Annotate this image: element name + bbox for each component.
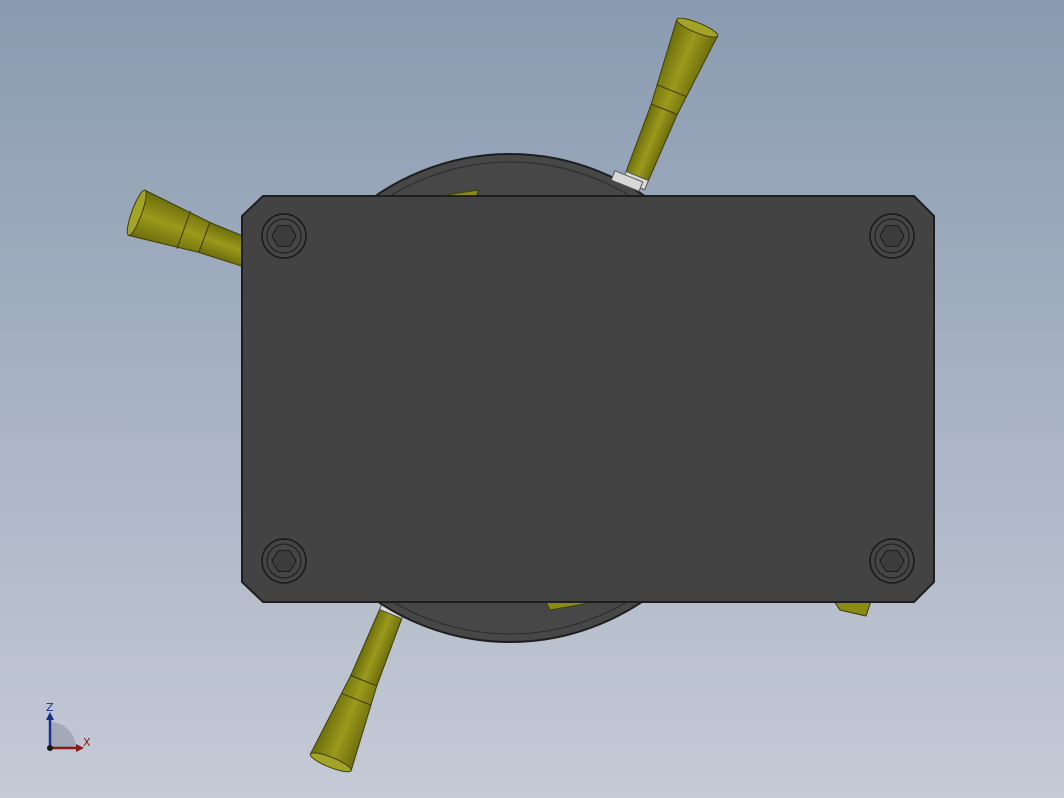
screw-bottom-right[interactable] [869, 538, 915, 584]
triad-origin [47, 745, 53, 751]
screw-top-left[interactable] [261, 213, 307, 259]
screw-top-right[interactable] [869, 213, 915, 259]
top-plate[interactable] [241, 195, 935, 603]
x-axis-label: X [83, 736, 91, 749]
z-axis-label: Z [46, 701, 54, 714]
screw-bottom-left[interactable] [261, 538, 307, 584]
3d-viewport[interactable]: Z X [0, 0, 1064, 798]
model-scene[interactable]: Z X [0, 0, 1064, 798]
